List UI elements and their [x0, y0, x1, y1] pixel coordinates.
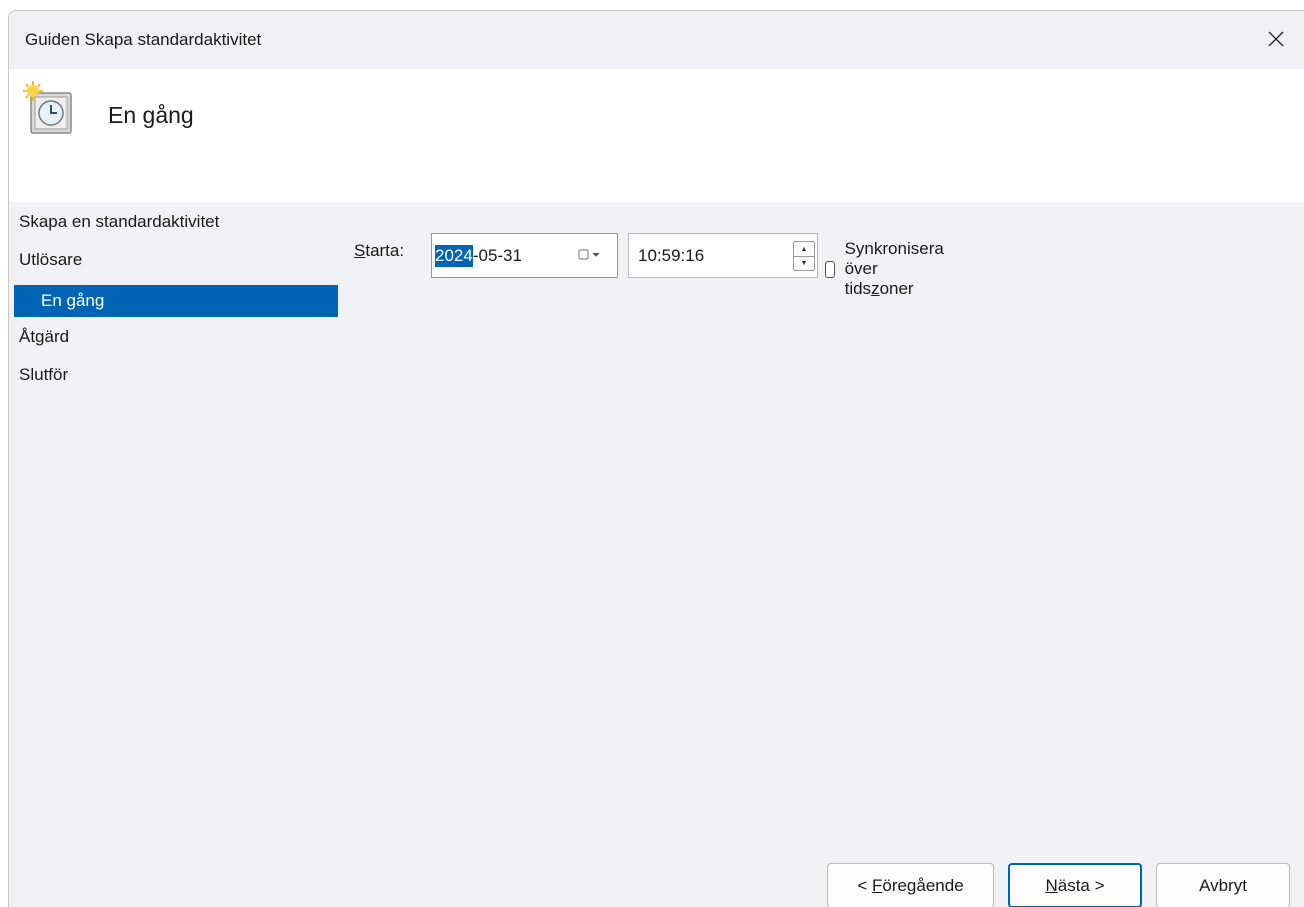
time-spinner[interactable]: ▲ ▼ [793, 241, 815, 271]
time-value[interactable]: 10:59:16 [638, 246, 704, 266]
start-date-picker[interactable]: 2024 -05-31 [431, 233, 618, 278]
start-time-field[interactable]: 10:59:16 ▲ ▼ [628, 233, 818, 278]
sync-timezones-label: Synkronisera över tidszoner [844, 239, 944, 298]
next-button[interactable]: Nästa > [1008, 863, 1142, 907]
spin-up-icon[interactable]: ▲ [794, 242, 814, 256]
title-bar: Guiden Skapa standardaktivitet [9, 11, 1304, 69]
scheduled-task-clock-icon [23, 81, 72, 134]
date-rest-segment[interactable]: -05-31 [473, 246, 522, 266]
date-year-segment[interactable]: 2024 [435, 244, 473, 267]
wizard-header: En gång [9, 69, 1304, 202]
nav-step-finish[interactable]: Slutför [9, 362, 339, 400]
close-button[interactable] [1258, 21, 1294, 57]
nav-step-action[interactable]: Åtgärd [9, 324, 339, 362]
wizard-step-nav: Skapa en standardaktivitet Utlösare En g… [9, 209, 339, 400]
close-icon [1268, 31, 1284, 47]
checkbox-box[interactable] [825, 260, 835, 278]
window-title: Guiden Skapa standardaktivitet [25, 30, 262, 49]
calendar-dropdown-icon[interactable] [577, 248, 603, 262]
nav-step-triggers[interactable]: Utlösare [9, 247, 339, 285]
nav-step-one-time[interactable]: En gång [14, 285, 338, 317]
wizard-window: Guiden Skapa standardaktivitet En gång S… [8, 10, 1304, 907]
cancel-button[interactable]: Avbryt [1156, 863, 1290, 907]
sync-timezones-checkbox[interactable]: Synkronisera över tidszoner [825, 239, 951, 299]
nav-step-create-task[interactable]: Skapa en standardaktivitet [9, 209, 339, 247]
spin-down-icon[interactable]: ▼ [794, 256, 814, 270]
page-title: En gång [108, 102, 194, 128]
start-label: Starta: [354, 241, 405, 260]
previous-button[interactable]: < Föregående [827, 863, 994, 907]
